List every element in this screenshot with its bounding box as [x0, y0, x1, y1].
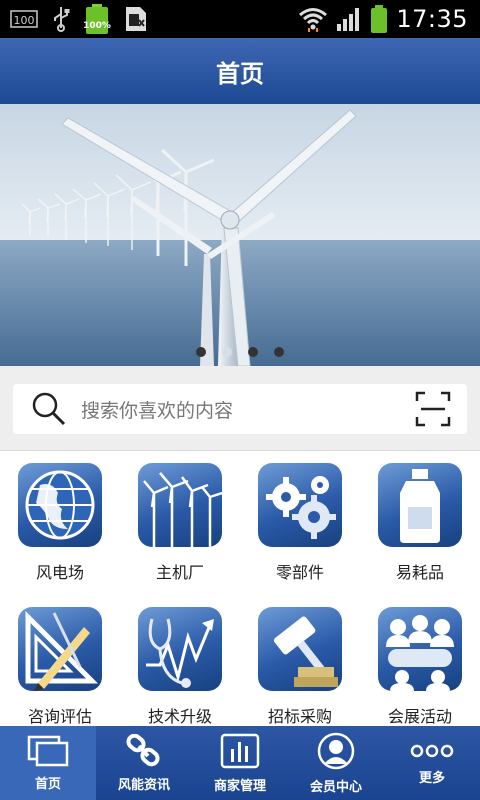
grid-item-label: 招标采购 [267, 707, 332, 726]
tab-label: 更多 [418, 770, 445, 786]
grid-item-events[interactable]: 会展活动 [360, 595, 480, 733]
search-section: 搜索你喜欢的内容 [0, 366, 480, 450]
gears-icon [258, 463, 342, 547]
tab-label: 会员中心 [309, 779, 362, 795]
grid-item-label: 易耗品 [395, 563, 444, 582]
storage-100-icon: 100 [10, 10, 38, 28]
globe-icon [18, 463, 102, 547]
meeting-icon [378, 607, 462, 691]
wind-turbines-icon [138, 463, 222, 547]
tab-more[interactable]: 更多 [384, 726, 480, 800]
tab-label: 风能资讯 [117, 777, 170, 793]
usb-icon [54, 7, 70, 32]
grid-item-oem[interactable]: 主机厂 [120, 451, 240, 589]
drafting-tools-icon [18, 607, 102, 691]
grid-item-wind-farm[interactable]: 风电场 [0, 451, 120, 589]
tab-merchant[interactable]: 商家管理 [192, 726, 288, 800]
banner-carousel[interactable] [0, 104, 480, 366]
bottom-tab-bar: 首页 风能资讯 商家管理 会员中心 更多 [0, 726, 480, 800]
tab-member[interactable]: 会员中心 [288, 726, 384, 800]
tab-home[interactable]: 首页 [0, 726, 96, 800]
tab-wind-news[interactable]: 风能资讯 [96, 726, 192, 800]
user-icon [317, 732, 355, 769]
home-windows-icon [27, 735, 69, 766]
svg-text:100: 100 [14, 14, 35, 27]
status-clock: 17:35 [396, 5, 468, 33]
oil-bottle-icon [378, 463, 462, 547]
grid-item-label: 会展活动 [387, 707, 452, 726]
banner-image [0, 104, 480, 366]
carousel-dot-active[interactable] [222, 347, 232, 357]
carousel-dot[interactable] [274, 347, 284, 357]
grid-item-consulting[interactable]: 咨询评估 [0, 595, 120, 733]
grid-item-consumables[interactable]: 易耗品 [360, 451, 480, 589]
search-input[interactable]: 搜索你喜欢的内容 [13, 384, 467, 434]
category-grid: 风电场 主机厂 零部件 易耗品 咨询评估 技术升级 招标采购 会展活动 [0, 450, 480, 726]
auction-gavel-icon [258, 607, 342, 691]
scan-icon[interactable] [415, 391, 451, 427]
search-icon [32, 392, 66, 426]
sim-icon [126, 7, 146, 31]
grid-item-tech-upgrade[interactable]: 技术升级 [120, 595, 240, 733]
carousel-dot[interactable] [196, 347, 206, 357]
grid-item-label: 风电场 [35, 563, 84, 582]
grid-item-label: 技术升级 [147, 707, 212, 726]
wifi-icon [299, 8, 328, 32]
tab-label: 商家管理 [213, 778, 266, 794]
grid-item-label: 咨询评估 [27, 707, 92, 726]
grid-item-parts[interactable]: 零部件 [240, 451, 360, 589]
signal-icon [337, 8, 360, 31]
page-title: 首页 [216, 59, 264, 88]
battery-percent-text: 100% [83, 21, 111, 31]
grid-item-label: 零部件 [275, 563, 324, 582]
carousel-dot[interactable] [248, 347, 258, 357]
status-bar: 100 100% 17:35 [0, 0, 480, 38]
bar-chart-icon [220, 733, 260, 768]
grid-item-label: 主机厂 [155, 563, 204, 582]
stethoscope-chart-icon [138, 607, 222, 691]
grid-item-bidding[interactable]: 招标采购 [240, 595, 360, 733]
battery-icon [371, 5, 388, 33]
link-icon [126, 733, 160, 766]
more-icon [410, 744, 454, 757]
carousel-dots [196, 347, 284, 357]
tab-label: 首页 [34, 776, 61, 792]
battery-charging-icon: 100% [83, 4, 111, 34]
title-bar: 首页 [0, 38, 480, 104]
search-placeholder: 搜索你喜欢的内容 [81, 399, 234, 422]
